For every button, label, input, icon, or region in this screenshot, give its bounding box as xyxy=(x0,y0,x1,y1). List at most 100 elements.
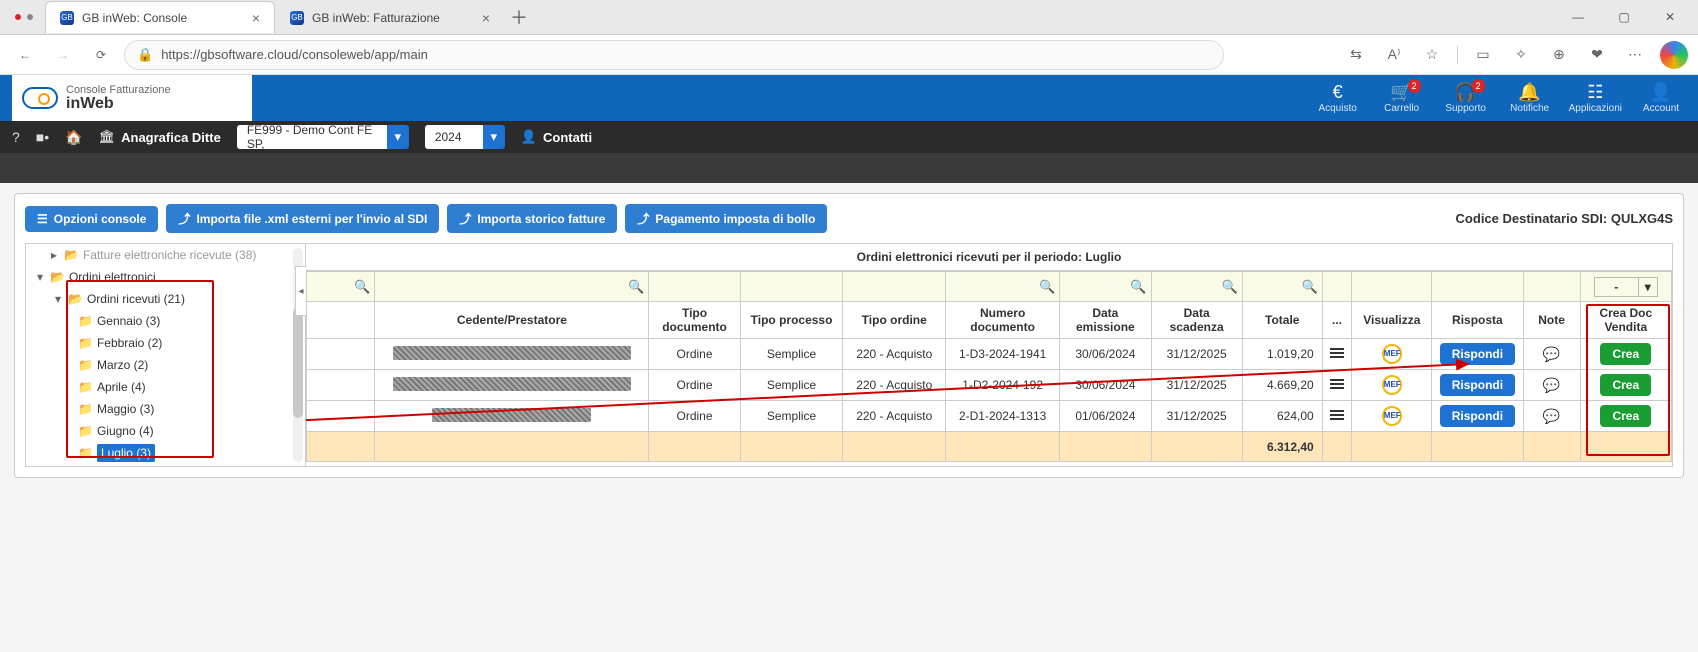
col-header[interactable]: Crea Doc Vendita xyxy=(1580,302,1671,339)
close-tab-icon[interactable]: × xyxy=(252,11,260,25)
hdr-applicazioni[interactable]: ☷ Applicazioni xyxy=(1569,83,1622,114)
tree-item-month-selected[interactable]: 📁Luglio (3) xyxy=(26,442,305,464)
col-header[interactable]: Numero documento xyxy=(946,302,1060,339)
cell-visualizza[interactable]: MEF xyxy=(1352,339,1432,370)
cell-note[interactable]: 💬 xyxy=(1523,339,1580,370)
pagamento-bollo-button[interactable]: ⤴ Pagamento imposta di bollo xyxy=(625,204,827,233)
cell-note[interactable]: 💬 xyxy=(1523,401,1580,432)
crea-button[interactable]: Crea xyxy=(1600,343,1651,365)
collapse-sidebar-handle[interactable]: ◂ xyxy=(295,266,306,316)
tree-item-root[interactable]: ▾📂 Ordini elettronici xyxy=(26,266,305,288)
filter-cell[interactable]: 🔍 xyxy=(946,272,1060,302)
nav-refresh-icon[interactable]: ⟳ xyxy=(86,40,116,70)
camera-icon[interactable]: ■• xyxy=(36,129,49,145)
filter-cell[interactable]: 🔍 xyxy=(1242,272,1322,302)
window-maximize-icon[interactable]: ▢ xyxy=(1610,3,1638,31)
more-icon[interactable]: ⋯ xyxy=(1622,42,1648,68)
importa-storico-button[interactable]: ⤴ Importa storico fatture xyxy=(447,204,617,233)
hdr-notifiche[interactable]: 🔔 Notifiche xyxy=(1505,83,1555,114)
collections-icon[interactable]: ▭ xyxy=(1470,42,1496,68)
cell-visualizza[interactable]: MEF xyxy=(1352,370,1432,401)
search-icon[interactable]: 🔍 xyxy=(1302,279,1318,295)
opzioni-console-button[interactable]: ☰ Opzioni console xyxy=(25,206,158,232)
close-tab-icon[interactable]: × xyxy=(482,11,490,25)
chevron-down-icon[interactable]: ▾ xyxy=(483,125,505,149)
search-icon[interactable]: 🔍 xyxy=(1130,279,1146,295)
col-header[interactable]: Data scadenza xyxy=(1151,302,1242,339)
filter-cell[interactable]: 🔍 xyxy=(1151,272,1242,302)
cell-risposta[interactable]: Rispondi xyxy=(1432,401,1523,432)
table-row[interactable]: Ordine Semplice 220 - Acquisto 1-D2-2024… xyxy=(307,370,1672,401)
search-icon[interactable]: 🔍 xyxy=(1222,279,1238,295)
tree-item-month[interactable]: 📁Giugno (4) xyxy=(26,420,305,442)
col-header[interactable]: Totale xyxy=(1242,302,1322,339)
address-bar[interactable]: 🔒 https://gbsoftware.cloud/consoleweb/ap… xyxy=(124,40,1224,70)
tree-item-month[interactable]: 📁Aprile (4) xyxy=(26,376,305,398)
cell-crea[interactable]: Crea xyxy=(1580,339,1671,370)
table-row[interactable]: Ordine Semplice 220 - Acquisto 1-D3-2024… xyxy=(307,339,1672,370)
row-menu[interactable] xyxy=(1322,401,1352,432)
col-header[interactable]: Cedente/Prestatore xyxy=(375,302,649,339)
table-row[interactable]: Ordine Semplice 220 - Acquisto 2-D1-2024… xyxy=(307,401,1672,432)
chevron-down-icon[interactable]: ▾ xyxy=(387,125,409,149)
filter-mini-select[interactable]: -▾ xyxy=(1580,272,1671,302)
col-header[interactable]: Note xyxy=(1523,302,1580,339)
browser-tab-active[interactable]: GB GB inWeb: Console × xyxy=(45,1,275,33)
cell-note[interactable]: 💬 xyxy=(1523,370,1580,401)
row-menu[interactable] xyxy=(1322,339,1352,370)
tree-item-month[interactable]: 📁Maggio (3) xyxy=(26,398,305,420)
scrollbar-thumb[interactable] xyxy=(293,308,303,418)
help-icon[interactable]: ? xyxy=(12,129,20,145)
hdr-acquisto[interactable]: € Acquisto xyxy=(1313,83,1363,114)
favorites-bar-icon[interactable]: ✧ xyxy=(1508,42,1534,68)
hdr-supporto[interactable]: 🎧 2 Supporto xyxy=(1441,83,1491,114)
rispondi-button[interactable]: Rispondi xyxy=(1440,374,1515,396)
year-select[interactable]: 2024 ▾ xyxy=(425,125,505,149)
rispondi-button[interactable]: Rispondi xyxy=(1440,405,1515,427)
cell-risposta[interactable]: Rispondi xyxy=(1432,370,1523,401)
search-icon[interactable]: 🔍 xyxy=(354,279,370,295)
filter-cell[interactable]: 🔍 xyxy=(1060,272,1151,302)
filter-cell[interactable]: 🔍 xyxy=(307,272,375,302)
hdr-carrello[interactable]: 🛒 2 Carrello xyxy=(1377,83,1427,114)
heart-icon[interactable]: ❤ xyxy=(1584,42,1610,68)
sync-icon[interactable]: ⇆ xyxy=(1343,42,1369,68)
tree-item-month[interactable]: 📁Gennaio (3) xyxy=(26,310,305,332)
col-header[interactable]: Tipo processo xyxy=(740,302,843,339)
crea-button[interactable]: Crea xyxy=(1600,374,1651,396)
col-header[interactable]: ... xyxy=(1322,302,1352,339)
window-close-icon[interactable]: ✕ xyxy=(1656,3,1684,31)
tree-item-month[interactable]: 📁Febbraio (2) xyxy=(26,332,305,354)
chevron-down-icon[interactable]: ▾ xyxy=(1639,278,1657,296)
contatti-link[interactable]: 👤 Contatti xyxy=(521,129,592,145)
browser-tab-inactive[interactable]: GB GB inWeb: Fatturazione × xyxy=(275,1,505,33)
col-header[interactable]: Visualizza xyxy=(1352,302,1432,339)
importa-xml-button[interactable]: ⤴ Importa file .xml esterni per l'invio … xyxy=(166,204,439,233)
cell-crea[interactable]: Crea xyxy=(1580,401,1671,432)
cell-crea[interactable]: Crea xyxy=(1580,370,1671,401)
cell-risposta[interactable]: Rispondi xyxy=(1432,339,1523,370)
copilot-icon[interactable] xyxy=(1660,41,1688,69)
hdr-account[interactable]: 👤 Account xyxy=(1636,83,1686,114)
col-header[interactable]: Tipo ordine xyxy=(843,302,946,339)
anagrafica-link[interactable]: 🏛 Anagrafica Ditte xyxy=(99,129,221,145)
company-select[interactable]: FE999 - Demo Cont FE SP, ▾ xyxy=(237,125,409,149)
window-minimize-icon[interactable]: — xyxy=(1564,3,1592,31)
favorite-icon[interactable]: ☆ xyxy=(1419,42,1445,68)
col-header[interactable]: Risposta xyxy=(1432,302,1523,339)
col-header[interactable]: Tipo documento xyxy=(649,302,740,339)
new-tab-button[interactable]: ＋ xyxy=(505,3,533,31)
nav-back-icon[interactable]: ← xyxy=(10,40,40,70)
crea-button[interactable]: Crea xyxy=(1600,405,1651,427)
extensions-icon[interactable]: ⊕ xyxy=(1546,42,1572,68)
search-icon[interactable]: 🔍 xyxy=(628,279,644,295)
row-menu[interactable] xyxy=(1322,370,1352,401)
filter-cell[interactable]: 🔍 xyxy=(375,272,649,302)
rispondi-button[interactable]: Rispondi xyxy=(1440,343,1515,365)
col-header[interactable]: Data emissione xyxy=(1060,302,1151,339)
cell-visualizza[interactable]: MEF xyxy=(1352,401,1432,432)
search-icon[interactable]: 🔍 xyxy=(1039,279,1055,295)
read-aloud-icon[interactable]: A⁾ xyxy=(1381,42,1407,68)
home-icon[interactable]: 🏠 xyxy=(65,129,82,146)
tree-item-received[interactable]: ▾📂 Ordini ricevuti (21) xyxy=(26,288,305,310)
